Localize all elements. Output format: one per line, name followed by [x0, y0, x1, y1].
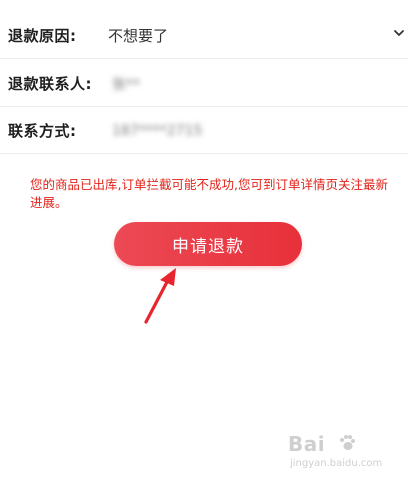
- apply-refund-button[interactable]: 申请退款: [114, 222, 302, 266]
- chevron-down-icon[interactable]: [392, 26, 406, 40]
- row-divider: [0, 153, 408, 154]
- contact-phone-row[interactable]: 联系方式: 187****2715: [0, 107, 408, 154]
- refund-page: 退款原因: 不想要了 退款联系人: 张** 联系方式: 187****2715 …: [0, 0, 408, 485]
- refund-reason-value[interactable]: 不想要了: [108, 25, 168, 46]
- baidu-watermark: Bai jingyan.baidu.com: [288, 432, 388, 472]
- row-divider: [0, 58, 408, 59]
- refund-contact-row[interactable]: 退款联系人: 张**: [0, 60, 408, 107]
- contact-phone-label: 联系方式:: [8, 122, 77, 140]
- red-arrow-icon: [144, 268, 176, 324]
- watermark-logo: Bai: [288, 432, 326, 456]
- refund-contact-value[interactable]: 张**: [112, 74, 140, 94]
- refund-contact-label: 退款联系人:: [8, 75, 92, 93]
- paw-icon: [340, 435, 355, 450]
- refund-reason-row[interactable]: 退款原因: 不想要了: [0, 12, 408, 59]
- watermark-site: jingyan.baidu.com: [290, 458, 383, 469]
- contact-phone-value[interactable]: 187****2715: [112, 123, 202, 139]
- intercept-warning-text: 您的商品已出库,订单拦截可能不成功,您可到订单详情页关注最新进展。: [30, 177, 388, 210]
- refund-reason-label: 退款原因:: [8, 27, 77, 45]
